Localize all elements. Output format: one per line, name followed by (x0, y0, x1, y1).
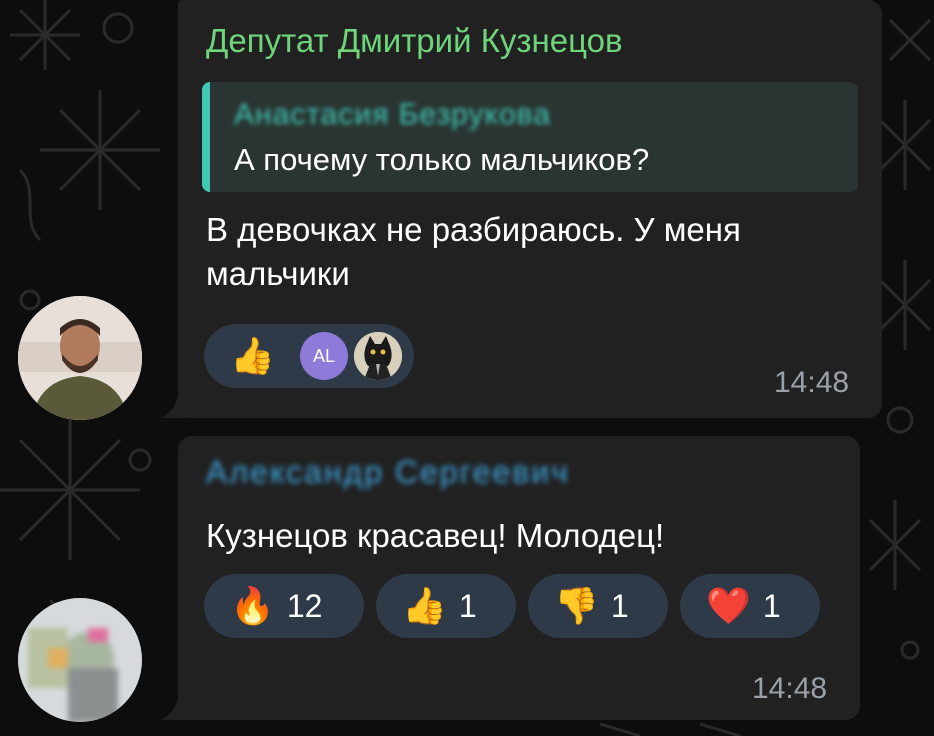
bubble-tail (160, 698, 190, 720)
reaction-thumbs-up[interactable]: 👍 1 (376, 574, 516, 638)
message-time: 14:48 (774, 366, 850, 399)
message-bubble[interactable]: Депутат Дмитрий Кузнецов Анастасия Безру… (178, 0, 882, 418)
sender-avatar[interactable] (18, 296, 142, 420)
message-bubble[interactable]: Александр Сергеевич Кузнецов красавец! М… (178, 436, 860, 720)
reactor-avatar-cat (354, 332, 402, 380)
reaction-thumbs-down[interactable]: 👎 1 (528, 574, 668, 638)
message-text: Кузнецов красавец! Молодец! (206, 517, 665, 554)
quote-accent-bar (202, 82, 210, 192)
reply-author: Анастасия Безрукова (234, 98, 551, 131)
message-text: В девочках не разбираюсь. У меня мальчик… (206, 208, 866, 296)
sender-avatar[interactable] (18, 598, 142, 722)
reaction-fire[interactable]: 🔥 12 (204, 574, 364, 638)
reaction-count: 1 (610, 587, 629, 624)
reply-text: А почему только мальчиков? (234, 142, 650, 177)
message-text-line: В девочках не разбираюсь. У меня (206, 211, 741, 248)
bubble-tail (160, 396, 190, 418)
reaction-heart[interactable]: ❤️ 1 (680, 574, 820, 638)
message-time: 14:48 (752, 672, 828, 705)
thumbs-down-icon: 👎 (554, 585, 599, 626)
sender-name[interactable]: Александр Сергеевич (206, 454, 570, 491)
thumbs-up-icon: 👍 (402, 585, 447, 626)
sender-name[interactable]: Депутат Дмитрий Кузнецов (206, 22, 623, 60)
reaction-thumbs-up[interactable]: 👍 AL (204, 324, 414, 388)
heart-icon: ❤️ (706, 585, 751, 626)
reply-quote[interactable]: Анастасия Безрукова А почему только маль… (202, 82, 858, 192)
reactor-avatar: AL (300, 332, 348, 380)
message-text-line: мальчики (206, 255, 350, 292)
reaction-count: 1 (458, 587, 477, 624)
fire-icon: 🔥 (230, 585, 275, 626)
reaction-count: 1 (762, 587, 781, 624)
thumbs-up-icon: 👍 (230, 335, 275, 376)
reaction-count: 12 (286, 587, 323, 624)
